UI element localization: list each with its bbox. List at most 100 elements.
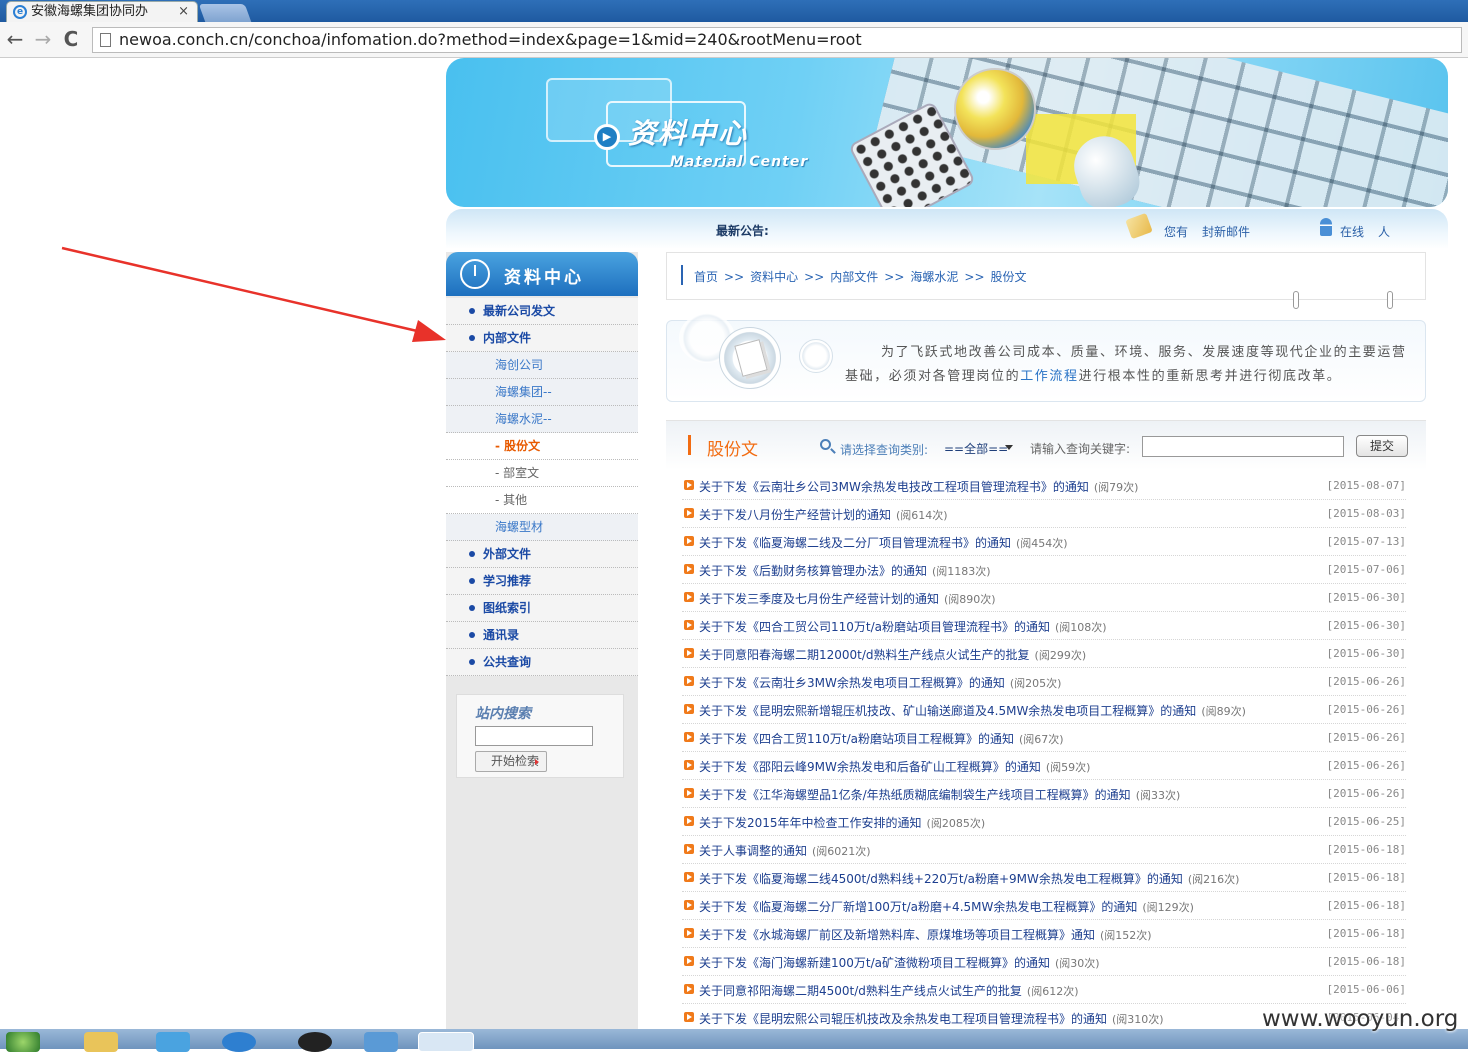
sidebar-item[interactable]: - 部室文 [446,460,638,487]
view-count: (阅612次) [1026,985,1079,998]
sidebar-item[interactable]: 最新公司发文 [446,298,638,325]
list-item: 关于下发《云南壮乡公司3MW余热发电技改工程项目管理流程书》的通知 (阅79次) [… [682,472,1406,500]
app-icon[interactable] [364,1032,398,1052]
workflow-link[interactable]: 工作流程 [1020,369,1078,384]
page-content: ▶ 资料中心 Material Center 最新公告: 您有 封新邮件 在线 … [446,58,1448,1032]
sidebar-item[interactable]: 通讯录 [446,622,638,649]
tab-close-icon[interactable]: × [178,2,189,21]
arrow-bullet-icon [684,592,694,602]
sidebar-item[interactable]: 海螺型材 [446,514,638,541]
app-icon[interactable] [222,1032,256,1052]
arrow-bullet-icon [684,536,694,546]
document-title-link[interactable]: 关于下发2015年年中检查工作安排的通知 (阅2085次) [699,814,985,831]
reload-button[interactable]: C [60,28,82,50]
breadcrumb-link[interactable]: 首页 [694,270,718,284]
site-search-button[interactable]: 开始检索 [475,751,547,772]
document-title: 关于下发《昆明宏熙公司辊压机技改及余热发电工程项目管理流程书》的通知 [699,1012,1108,1026]
chrome-taskbar-icon[interactable] [418,1032,474,1052]
document-title-link[interactable]: 关于人事调整的通知 (阅6021次) [699,842,871,859]
site-search-button-label: 开始检索 [490,754,539,768]
site-search-input[interactable] [475,726,593,746]
sidebar-item-label: 海螺水泥-- [495,412,552,426]
document-date: [2015-06-26] [1326,787,1406,800]
sidebar-item[interactable]: 图纸索引 [446,595,638,622]
document-title-link[interactable]: 关于下发《昆明宏熙公司辊压机技改及余热发电工程项目管理流程书》的通知 (阅310次… [699,1010,1164,1027]
sidebar-item[interactable]: 海创公司 [446,352,638,379]
sidebar-item[interactable]: 学习推荐 [446,568,638,595]
document-title-link[interactable]: 关于下发《邵阳云峰9MW余热发电和后备矿山工程概算》的通知 (阅59次) [699,758,1090,775]
list-item: 关于下发《海门海螺新建100万t/a矿渣微粉项目工程概算》的通知 (阅30次) [2… [682,948,1406,976]
ie-taskbar-icon[interactable] [156,1032,190,1052]
view-count: (阅2085次) [926,817,986,830]
document-title-link[interactable]: 关于下发《后勤财务核算管理办法》的通知 (阅1183次) [699,562,991,579]
sidebar-item-label: 海螺型材 [495,520,544,534]
breadcrumb-link[interactable]: 资料中心 [750,270,798,284]
sidebar-item[interactable]: 海螺集团-- [446,379,638,406]
document-title-link[interactable]: 关于下发《云南壮乡3MW余热发电项目工程概算》的通知 (阅205次) [699,674,1061,691]
submit-button[interactable]: 提交 [1356,435,1408,457]
bullet-icon [469,659,475,665]
arrow-bullet-icon [684,620,694,630]
document-title-link[interactable]: 关于下发《四合工贸110万t/a粉磨站项目工程概算》的通知 (阅67次) [699,730,1064,747]
new-tab-button[interactable] [198,4,252,22]
sidebar-item[interactable]: 海螺水泥-- [446,406,638,433]
document-date: [2015-06-30] [1326,647,1406,660]
document-title-link[interactable]: 关于同意阳春海螺二期12000t/d熟料生产线点火试生产的批复 (阅299次) [699,646,1086,663]
chevron-down-icon[interactable] [1005,445,1013,450]
breadcrumb-separator: >> [724,270,745,284]
breadcrumb-link[interactable]: 股份文 [991,270,1027,284]
sidebar-item[interactable]: 内部文件 [446,325,638,352]
document-title-link[interactable]: 关于下发《临夏海螺二线及二分厂项目管理流程书》的通知 (阅454次) [699,534,1068,551]
document-title-link[interactable]: 关于下发《临夏海螺二分厂新增100万t/a粉磨+4.5MW余热发电工程概算》的通… [699,898,1194,915]
intro-box: 为了飞跃式地改善公司成本、质量、环境、服务、发展速度等现代企业的主要运营基础，必… [666,313,1426,402]
forward-button[interactable]: → [32,28,54,50]
bullet-icon [469,551,475,557]
sidebar-item[interactable]: - 其他 [446,487,638,514]
breadcrumb-link[interactable]: 海螺水泥 [910,270,958,284]
list-item: 关于下发《云南壮乡3MW余热发电项目工程概算》的通知 (阅205次) [2015-0… [682,668,1406,696]
document-title-link[interactable]: 关于下发《水城海螺厂前区及新增熟料库、原煤堆场等项目工程概算》通知 (阅152次) [699,926,1152,943]
address-bar[interactable]: newoa.conch.cn/conchoa/infomation.do?met… [92,27,1462,53]
breadcrumb-box: 首页 >> 资料中心 >> 内部文件 >> 海螺水泥 >> 股份文 [666,252,1426,309]
breadcrumb-link[interactable]: 内部文件 [830,270,878,284]
document-title-link[interactable]: 关于下发三季度及七月份生产经营计划的通知 (阅890次) [699,590,996,607]
sidebar-item[interactable]: 公共查询 [446,649,638,676]
document-title-link[interactable]: 关于下发《海门海螺新建100万t/a矿渣微粉项目工程概算》的通知 (阅30次) [699,954,1100,971]
document-title-link[interactable]: 关于下发《临夏海螺二线4500t/d熟料线+220万t/a粉磨+9MW余热发电工… [699,870,1239,887]
sidebar-item-label: - 部室文 [495,466,540,480]
view-count: (阅67次) [1019,733,1064,746]
document-title: 关于下发《邵阳云峰9MW余热发电和后备矿山工程概算》的通知 [699,760,1041,774]
sidebar-item-label: 学习推荐 [483,574,532,588]
online-unit: 人 [1378,225,1391,239]
scroll-handle[interactable] [1387,291,1393,309]
keyword-input[interactable] [1142,436,1344,457]
document-title-link[interactable]: 关于同意祁阳海螺二期4500t/d熟料生产线点火试生产的批复 (阅612次) [699,982,1079,999]
back-button[interactable]: ← [4,28,26,50]
folder-icon[interactable] [84,1032,118,1052]
sidebar-item[interactable]: 外部文件 [446,541,638,568]
new-mail-link[interactable]: 封新邮件 [1202,223,1250,240]
document-title-link[interactable]: 关于下发《云南壮乡公司3MW余热发电技改工程项目管理流程书》的通知 (阅79次) [699,478,1138,495]
document-title-link[interactable]: 关于下发八月份生产经营计划的通知 (阅614次) [699,506,948,523]
browser-tab[interactable]: e 安徽海螺集团协同办 × [6,1,198,22]
qq-icon[interactable] [298,1032,332,1052]
document-title-link[interactable]: 关于下发《江华海螺塑品1亿条/年热纸质糊底编制袋生产线项目工程概算》的通知 (阅3… [699,786,1180,803]
start-icon[interactable] [6,1032,40,1052]
document-title: 关于下发2015年年中检查工作安排的通知 [699,816,922,830]
document-title: 关于下发《水城海螺厂前区及新增熟料库、原煤堆场等项目工程概算》通知 [699,928,1096,942]
category-select[interactable]: ==全部== [944,440,1008,457]
arrow-bullet-icon [684,760,694,770]
clock-icon [460,259,490,289]
document-date: [2015-06-18] [1326,843,1406,856]
list-item: 关于下发《四合工贸公司110万t/a粉磨站项目管理流程书》的通知 (阅108次) [… [682,612,1406,640]
document-title: 关于下发《临夏海螺二线4500t/d熟料线+220万t/a粉磨+9MW余热发电工… [699,872,1183,886]
scroll-handle[interactable] [1293,291,1299,309]
sidebar-item[interactable]: - 股份文 [446,433,638,460]
document-date: [2015-08-07] [1326,479,1406,492]
document-title-link[interactable]: 关于下发《昆明宏熙新增辊压机技改、矿山输送廊道及4.5MW余热发电项目工程概算》… [699,702,1246,719]
document-title-link[interactable]: 关于下发《四合工贸公司110万t/a粉磨站项目管理流程书》的通知 (阅108次) [699,618,1107,635]
online-label[interactable]: 在线 [1340,223,1364,240]
list-item: 关于下发《江华海螺塑品1亿条/年热纸质糊底编制袋生产线项目工程概算》的通知 (阅3… [682,780,1406,808]
view-count: (阅89次) [1201,705,1246,718]
breadcrumb-separator: >> [804,270,825,284]
